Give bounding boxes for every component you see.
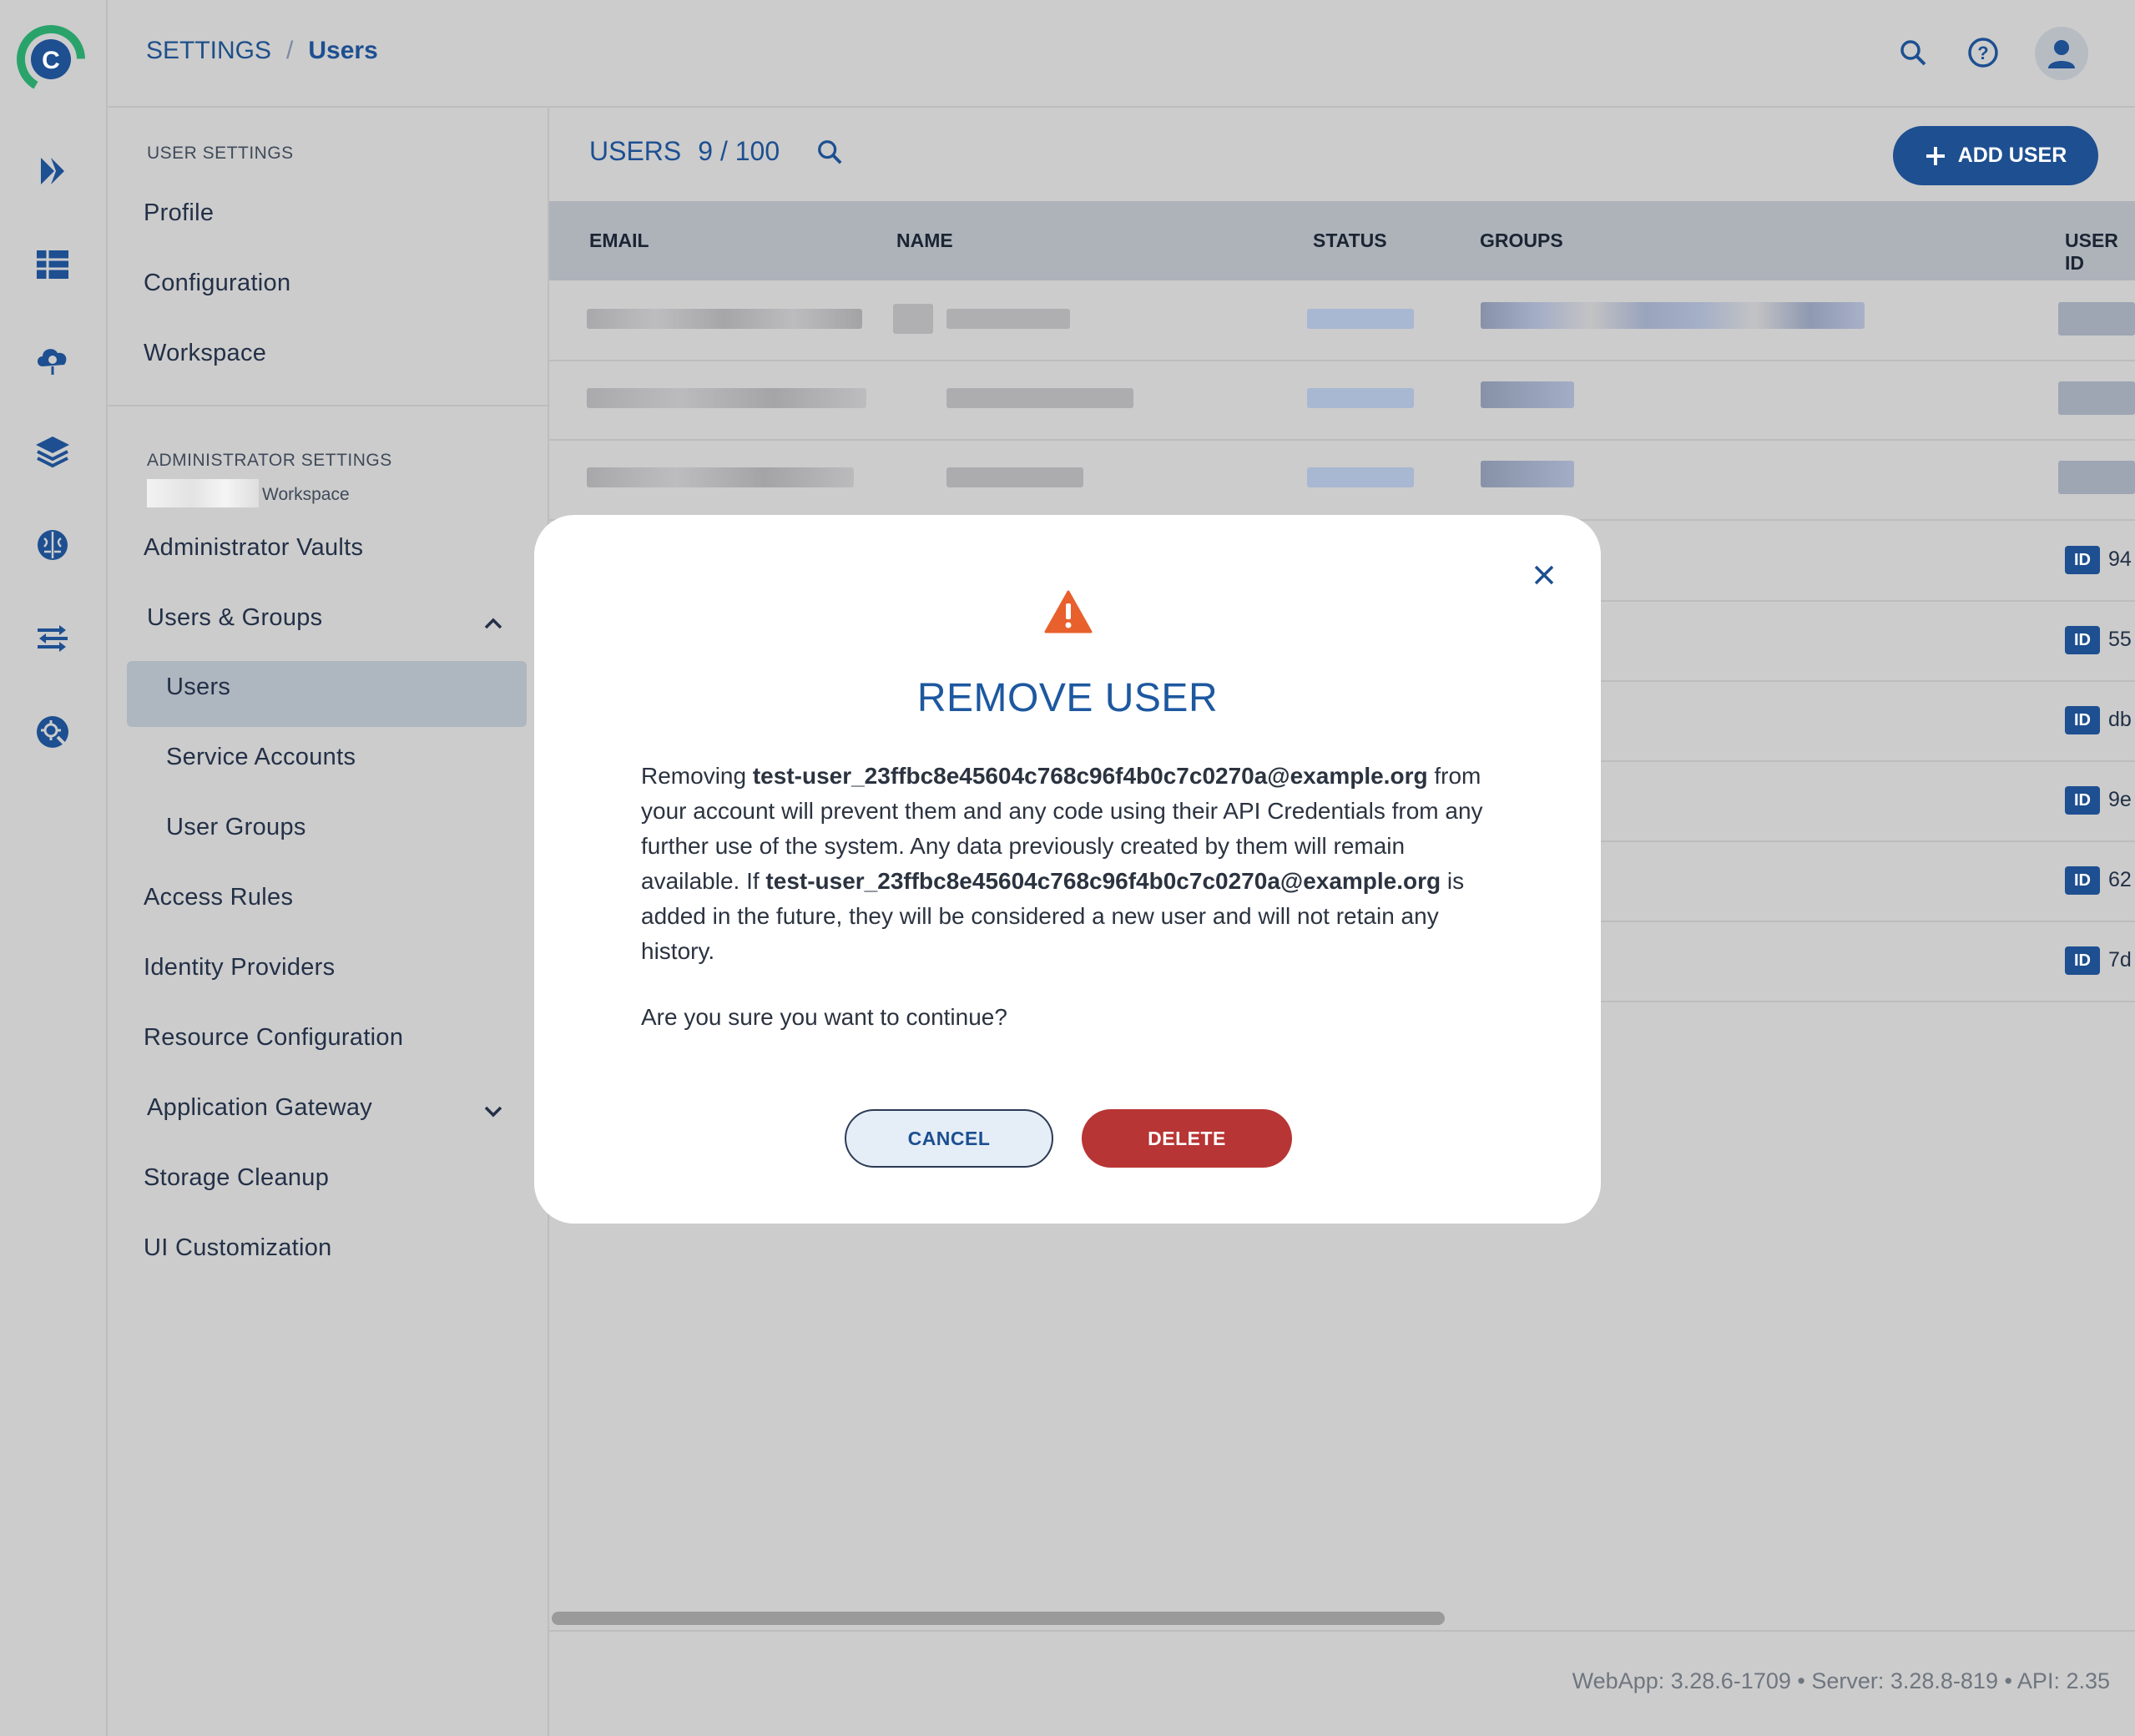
models-layers-icon[interactable]: [28, 426, 78, 477]
col-status[interactable]: STATUS: [1313, 230, 1387, 252]
nav-configuration[interactable]: Configuration: [144, 270, 290, 297]
nav-workspace[interactable]: Workspace: [144, 340, 266, 367]
delete-button[interactable]: DELETE: [1082, 1109, 1292, 1168]
add-user-button[interactable]: ADD USER: [1893, 126, 2098, 185]
redacted-workspace-name: [147, 479, 259, 507]
table-row: [946, 309, 1070, 329]
col-name[interactable]: NAME: [896, 230, 953, 252]
warning-icon: [1044, 590, 1093, 633]
dialog-message: Removing test-user_23ffbc8e45604c768c96f…: [641, 759, 1501, 969]
dialog-title: REMOVE USER: [916, 676, 1219, 720]
plus-icon: [1926, 146, 1945, 165]
compute-cloud-icon[interactable]: [28, 333, 78, 383]
message-email: test-user_23ffbc8e45604c768c96f4b0c7c027…: [752, 763, 1428, 789]
user-id-value: db: [2108, 708, 2132, 731]
datasets-icon[interactable]: [28, 240, 78, 290]
table-row[interactable]: [587, 467, 854, 487]
nav-users[interactable]: Users: [166, 674, 230, 701]
dialog-confirm-question: Are you sure you want to continue?: [641, 1004, 1007, 1030]
horizontal-scrollbar[interactable]: [552, 1612, 1445, 1625]
user-settings-heading: USER SETTINGS: [147, 144, 294, 163]
user-id-badge: ID: [2065, 626, 2100, 654]
admin-workspace-label: Workspace: [262, 485, 350, 504]
user-id-badge: ID: [2065, 546, 2100, 574]
nav-administrator-vaults[interactable]: Administrator Vaults: [144, 534, 363, 562]
message-email-repeat: test-user_23ffbc8e45604c768c96f4b0c7c027…: [765, 868, 1441, 894]
table-row: [946, 467, 1083, 487]
table-row: [1481, 302, 1865, 329]
help-icon[interactable]: ?: [1956, 25, 2011, 80]
footer-divider: [549, 1630, 2135, 1632]
table-row: [2058, 461, 2135, 494]
svg-text:C: C: [42, 47, 60, 74]
table-row: [1481, 381, 1574, 408]
close-icon[interactable]: [1526, 557, 1562, 593]
nav-identity-providers[interactable]: Identity Providers: [144, 954, 335, 982]
table-row: [2058, 381, 2135, 415]
app-logo-icon[interactable]: C: [15, 23, 87, 95]
nav-ui-customization[interactable]: UI Customization: [144, 1234, 332, 1262]
settings-gear-icon[interactable]: [28, 707, 78, 757]
admin-settings-heading: ADMINISTRATOR SETTINGS: [147, 451, 392, 470]
table-row: [1307, 388, 1414, 408]
table-row: [1307, 467, 1414, 487]
remove-user-dialog: REMOVE USER Removing test-user_23ffbc8e4…: [534, 515, 1601, 1224]
nav-access-rules[interactable]: Access Rules: [144, 884, 293, 911]
user-id-badge: ID: [2065, 706, 2100, 734]
table-row: [893, 304, 933, 334]
chevron-up-icon[interactable]: [481, 611, 506, 636]
user-id-value: 62: [2108, 868, 2132, 891]
breadcrumb-separator: /: [286, 37, 294, 64]
breadcrumb-users: Users: [308, 37, 378, 64]
message-prefix: Removing: [641, 763, 753, 789]
nav-application-gateway[interactable]: Application Gateway: [147, 1094, 372, 1122]
col-groups[interactable]: GROUPS: [1480, 230, 1563, 252]
col-user-id[interactable]: USER ID: [2065, 230, 2135, 275]
nav-storage-cleanup[interactable]: Storage Cleanup: [144, 1164, 329, 1192]
panel-divider: [108, 405, 548, 406]
nav-user-groups[interactable]: User Groups: [166, 814, 306, 841]
user-id-badge: ID: [2065, 866, 2100, 895]
row-divider: [549, 439, 2135, 441]
nav-users-groups[interactable]: Users & Groups: [147, 604, 323, 632]
brain-icon[interactable]: [28, 520, 78, 570]
orchestration-icon[interactable]: [28, 613, 78, 664]
table-row[interactable]: [587, 388, 866, 408]
table-row: [2058, 302, 2135, 336]
app-rail: C: [0, 0, 108, 1736]
user-id-badge: ID: [2065, 786, 2100, 815]
settings-panel: USER SETTINGS Profile Configuration Work…: [108, 108, 549, 1736]
user-id-value: 94: [2108, 548, 2132, 571]
breadcrumb: SETTINGS / Users: [146, 37, 378, 65]
users-header: USERS 9 / 100: [589, 136, 843, 167]
users-count: 9 / 100: [698, 136, 780, 166]
user-id-value: 7d: [2108, 948, 2132, 971]
add-user-label: ADD USER: [1957, 144, 2067, 167]
svg-text:?: ?: [1977, 43, 1988, 63]
avatar-icon[interactable]: [2035, 27, 2088, 80]
nav-service-accounts[interactable]: Service Accounts: [166, 744, 356, 771]
top-header: SETTINGS / Users ?: [108, 0, 2135, 108]
users-title: USERS: [589, 136, 682, 166]
breadcrumb-settings[interactable]: SETTINGS: [146, 37, 271, 65]
col-email[interactable]: EMAIL: [589, 230, 649, 252]
chevron-down-icon[interactable]: [481, 1098, 506, 1123]
cancel-button[interactable]: CANCEL: [845, 1109, 1053, 1168]
user-id-value: 55: [2108, 628, 2132, 651]
user-id-badge: ID: [2065, 946, 2100, 975]
table-row: [1481, 461, 1574, 487]
version-info: WebApp: 3.28.6-1709 • Server: 3.28.8-819…: [1572, 1668, 2110, 1693]
table-row: [1307, 309, 1414, 329]
nav-profile[interactable]: Profile: [144, 199, 214, 227]
user-id-value: 9e: [2108, 788, 2132, 811]
nav-resource-configuration[interactable]: Resource Configuration: [144, 1024, 403, 1052]
row-divider: [549, 360, 2135, 361]
pipelines-icon[interactable]: [28, 146, 78, 196]
table-row: [946, 388, 1133, 408]
users-search-icon[interactable]: [816, 139, 843, 165]
table-row[interactable]: [587, 309, 862, 329]
search-icon[interactable]: [1885, 25, 1941, 80]
